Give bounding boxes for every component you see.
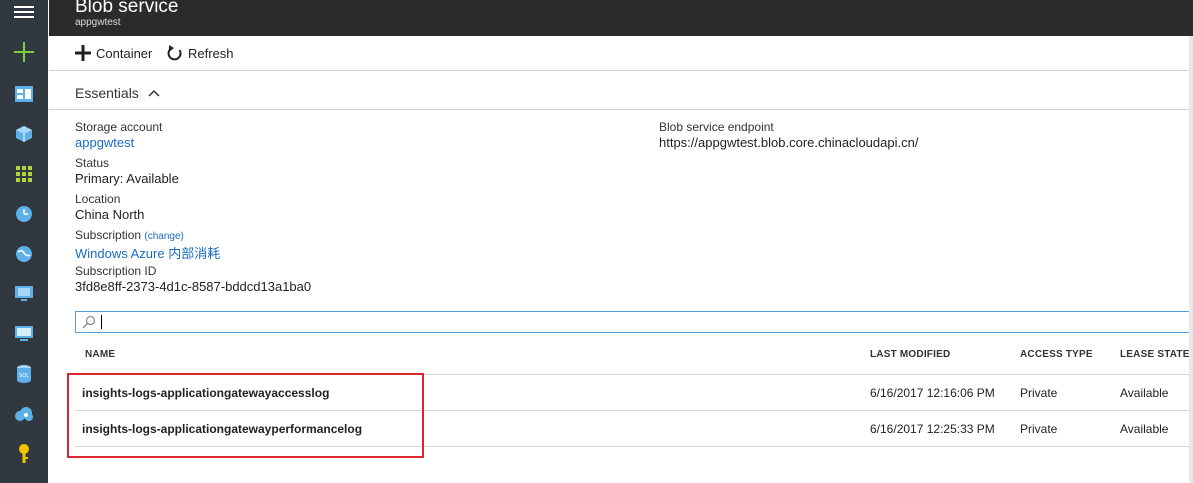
search-icon (82, 315, 96, 329)
svg-text:SQL: SQL (19, 373, 29, 379)
subscription-change-link[interactable]: (change) (144, 231, 183, 242)
dashboard-icon[interactable] (0, 74, 48, 114)
cloud-icon[interactable] (0, 394, 48, 434)
subscription-id-value: 3fd8e8ff-2373-4d1c-8587-bddcd13a1ba0 (75, 279, 312, 294)
row-access-type: Private (1020, 422, 1058, 436)
row-last-modified: 6/16/2017 12:16:06 PM (870, 386, 995, 400)
page-title: Blob service (75, 0, 179, 17)
add-container-button[interactable]: Container (75, 42, 152, 64)
subscription-label-group: Subscription (change) (75, 228, 184, 242)
essentials-toggle[interactable]: Essentials (75, 85, 160, 101)
page-subtitle: appgwtest (75, 17, 121, 28)
text-cursor (101, 315, 102, 329)
column-header-lease-state[interactable]: LEASE STATE (1120, 349, 1190, 360)
sql-icon[interactable]: SQL (0, 354, 48, 394)
key-icon[interactable] (0, 434, 48, 474)
storage-account-link[interactable]: appgwtest (75, 135, 134, 150)
menu-icon[interactable] (0, 0, 48, 32)
column-header-last-modified[interactable]: LAST MODIFIED (870, 349, 950, 360)
location-label: Location (75, 192, 121, 206)
container-label: Container (96, 45, 153, 61)
vm-icon[interactable] (0, 274, 48, 314)
row-lease-state: Available (1120, 422, 1169, 436)
chevron-up-icon (148, 89, 160, 97)
row-last-modified: 6/16/2017 12:25:33 PM (870, 422, 995, 436)
row-lease-state: Available (1120, 386, 1169, 400)
essentials-label: Essentials (75, 85, 139, 101)
subscription-link[interactable]: Windows Azure 内部消耗 (75, 243, 220, 262)
scrollbar[interactable] (1189, 36, 1193, 483)
row-access-type: Private (1020, 386, 1058, 400)
refresh-label: Refresh (188, 45, 234, 61)
location-value: China North (75, 207, 145, 222)
status-value: Primary: Available (75, 171, 179, 186)
divider (49, 70, 1193, 71)
search-input[interactable] (75, 311, 1193, 333)
storage-account-label: Storage account (75, 120, 163, 134)
subscription-id-label: Subscription ID (75, 264, 157, 278)
subscription-label: Subscription (75, 228, 142, 242)
cube-icon[interactable] (0, 114, 48, 154)
status-label: Status (75, 156, 110, 170)
plus-icon (75, 45, 91, 61)
globe-icon[interactable] (0, 234, 48, 274)
endpoint-value: https://appgwtest.blob.core.chinacloudap… (659, 135, 919, 150)
divider (49, 109, 1193, 110)
monitor-icon[interactable] (0, 314, 48, 354)
column-header-access-type[interactable]: ACCESS TYPE (1020, 349, 1093, 360)
highlight-box (67, 373, 424, 458)
endpoint-label: Blob service endpoint (659, 120, 774, 134)
blade-header: Blob service appgwtest (49, 0, 1193, 36)
refresh-button[interactable]: Refresh (166, 42, 234, 64)
clock-icon[interactable] (0, 194, 48, 234)
refresh-icon (167, 44, 182, 60)
grid-icon[interactable] (0, 154, 48, 194)
column-header-name[interactable]: NAME (85, 349, 115, 360)
left-nav: SQL (0, 0, 48, 483)
plus-icon[interactable] (0, 32, 48, 72)
